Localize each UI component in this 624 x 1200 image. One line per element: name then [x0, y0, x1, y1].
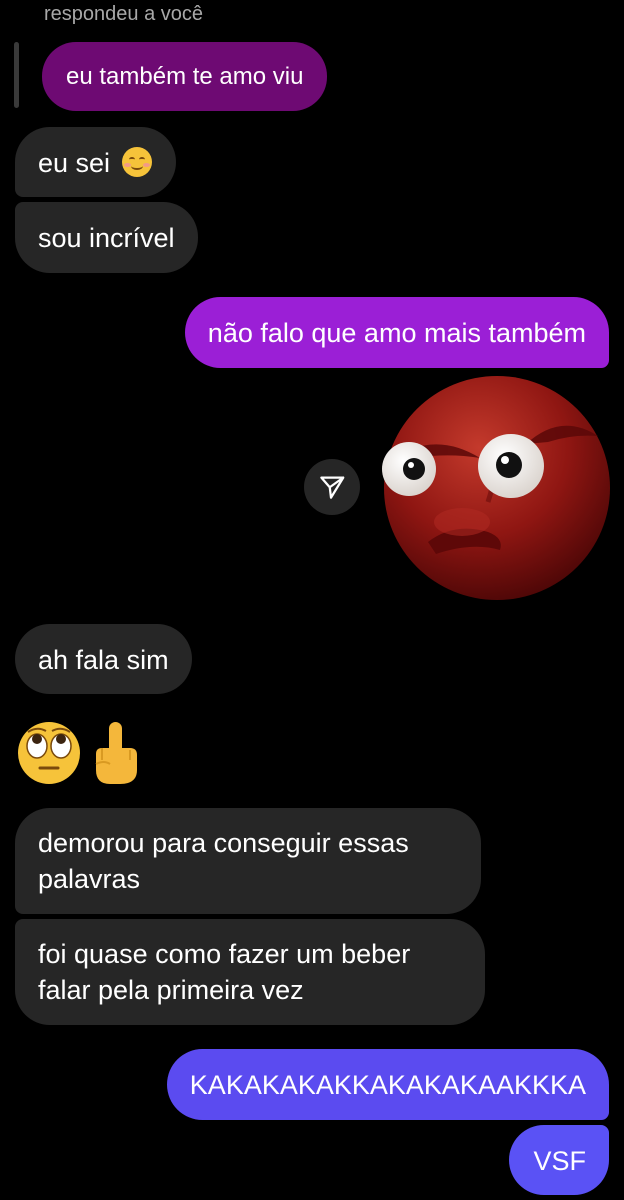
message-text: eu sei: [38, 148, 111, 178]
reply-quote-bubble[interactable]: eu também te amo viu: [42, 42, 328, 111]
received-message[interactable]: sou incrível: [15, 202, 198, 273]
reply-bar: [14, 42, 19, 108]
received-message[interactable]: demorou para conseguir essas palavras: [15, 808, 481, 914]
sent-message[interactable]: não falo que amo mais também: [184, 297, 609, 368]
share-button[interactable]: [304, 459, 360, 515]
received-message[interactable]: eu sei: [15, 127, 176, 197]
reply-header: respondeu a você: [44, 3, 204, 25]
face-with-rolling-eyes-icon: [18, 722, 80, 784]
received-message[interactable]: foi quase como fazer um beber falar pela…: [15, 919, 485, 1025]
middle-finger-icon: [95, 722, 137, 784]
smiling-face-icon: [121, 147, 152, 177]
angry-face-sticker[interactable]: [376, 372, 610, 602]
send-icon: [320, 476, 345, 499]
emoji-message[interactable]: [16, 720, 146, 786]
sent-message[interactable]: KAKAKAKAKKAKAKAKAAKKKA: [166, 1049, 609, 1120]
message-text: foi quase como fazer um beber falar pela…: [38, 939, 411, 1005]
received-message[interactable]: ah fala sim: [15, 624, 192, 694]
sent-message[interactable]: VSF: [509, 1125, 609, 1195]
message-text: demorou para conseguir essas palavras: [38, 828, 409, 894]
